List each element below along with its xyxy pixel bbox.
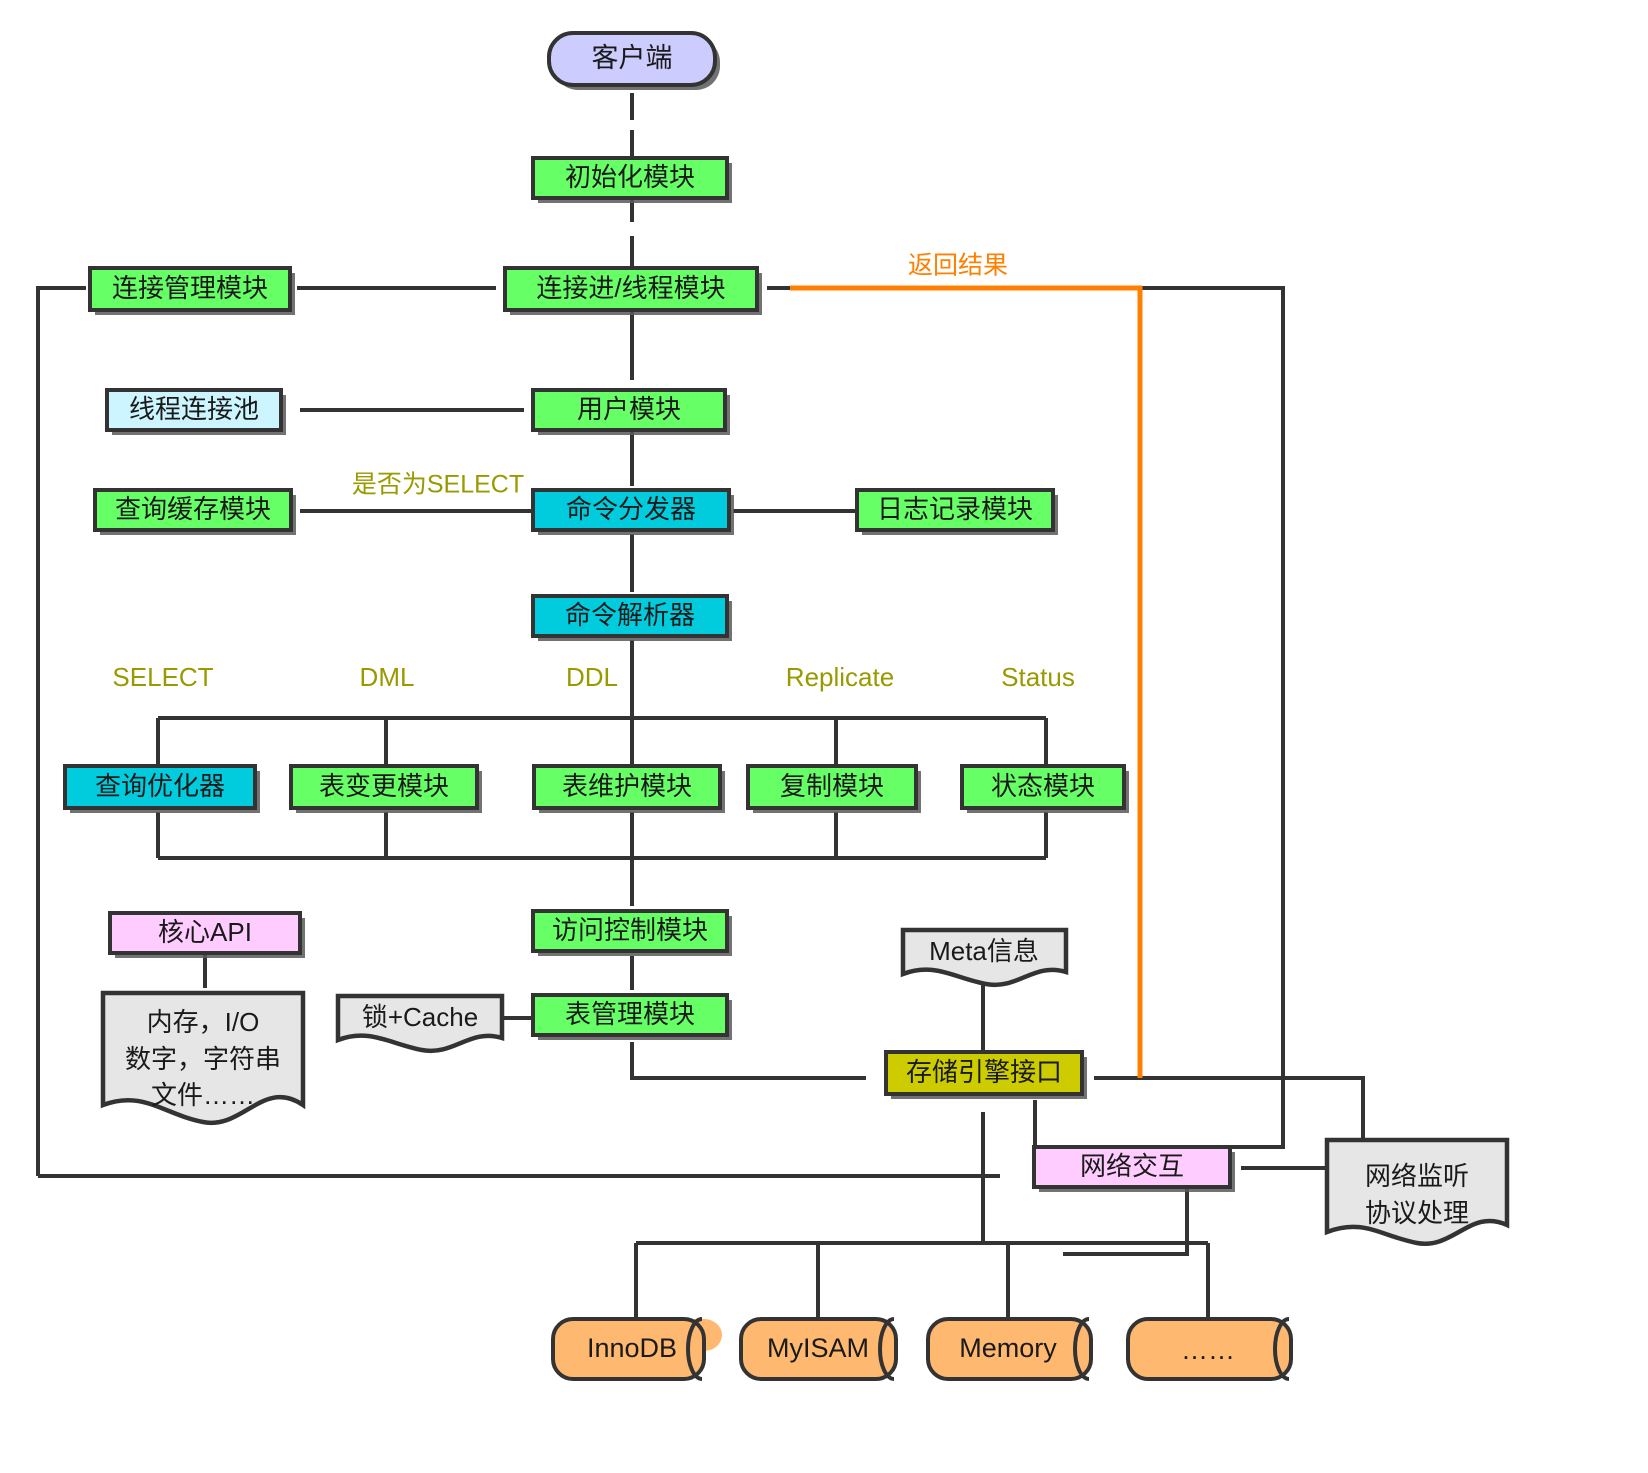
node-table-manager-module[interactable]: 表管理模块 <box>531 993 732 1040</box>
node-core-api[interactable]: 核心API <box>108 911 305 958</box>
diagram-canvas: 客户端 初始化模块 连接进/线程模块 连接管理模块 线程连接池 用户模块 查询缓… <box>0 0 1648 1473</box>
node-query-cache-module-label: 查询缓存模块 <box>115 494 271 524</box>
node-storage-engine-api-label: 存储引擎接口 <box>906 1057 1062 1087</box>
node-init-module[interactable]: 初始化模块 <box>531 156 732 203</box>
node-network-listener-document[interactable]: 网络监听 协议处理 <box>1324 1137 1510 1247</box>
node-core-api-label: 核心API <box>158 917 252 947</box>
node-table-change-module[interactable]: 表变更模块 <box>289 764 482 813</box>
node-network-listener-line1: 网络监听 <box>1365 1161 1469 1191</box>
node-client-label: 客户端 <box>592 43 673 73</box>
node-table-change-module-label: 表变更模块 <box>319 771 449 801</box>
node-network-io[interactable]: 网络交互 <box>1032 1145 1235 1192</box>
label-return-result: 返回结果 <box>908 252 1008 280</box>
label-branch-status: Status <box>1001 662 1075 692</box>
node-replicate-module[interactable]: 复制模块 <box>746 764 921 813</box>
node-table-manager-module-label: 表管理模块 <box>565 999 695 1029</box>
node-client[interactable]: 客户端 <box>547 31 720 90</box>
node-engine-myisam[interactable]: MyISAM <box>739 1317 898 1381</box>
node-meta-info-label: Meta信息 <box>929 936 1039 966</box>
node-connection-manager-module[interactable]: 连接管理模块 <box>88 266 295 315</box>
node-engine-innodb-label: InnoDB <box>587 1333 677 1363</box>
node-status-module[interactable]: 状态模块 <box>960 764 1129 813</box>
label-is-select: 是否为SELECT <box>352 471 524 499</box>
node-command-dispatcher-label: 命令分发器 <box>566 494 696 524</box>
node-lock-cache-document[interactable]: 锁+Cache <box>335 993 505 1054</box>
node-resources-document[interactable]: 内存，I/O 数字，字符串 文件…… <box>100 990 306 1126</box>
node-access-control-module[interactable]: 访问控制模块 <box>531 909 732 956</box>
node-query-optimizer-label: 查询优化器 <box>95 771 225 801</box>
node-engine-innodb[interactable]: InnoDB <box>551 1317 722 1381</box>
node-engine-other-label: …… <box>1181 1335 1235 1365</box>
node-thread-pool[interactable]: 线程连接池 <box>105 388 286 435</box>
edge-feedback-to-connmgr <box>36 286 86 1176</box>
node-user-module-label: 用户模块 <box>577 394 681 424</box>
label-branch-dml: DML <box>360 662 415 692</box>
node-engine-myisam-label: MyISAM <box>767 1333 869 1363</box>
node-resources-line2: 数字，字符串 <box>125 1044 281 1074</box>
node-replicate-module-label: 复制模块 <box>780 771 884 801</box>
node-log-module[interactable]: 日志记录模块 <box>855 488 1058 535</box>
label-branch-select: SELECT <box>112 662 213 692</box>
node-engine-memory[interactable]: Memory <box>926 1317 1093 1381</box>
node-lock-cache-label: 锁+Cache <box>362 1002 478 1032</box>
node-command-parser-label: 命令解析器 <box>565 600 695 630</box>
node-table-maintenance-module-label: 表维护模块 <box>562 771 692 801</box>
node-command-dispatcher[interactable]: 命令分发器 <box>531 488 734 535</box>
mysql-architecture-diagram: 客户端 初始化模块 连接进/线程模块 连接管理模块 线程连接池 用户模块 查询缓… <box>36 31 1510 1381</box>
node-meta-info-document[interactable]: Meta信息 <box>900 927 1069 988</box>
node-thread-pool-label: 线程连接池 <box>129 394 259 424</box>
node-engine-other[interactable]: …… <box>1126 1317 1293 1381</box>
label-branch-replicate: Replicate <box>786 662 894 692</box>
node-resources-line1: 内存，I/O <box>147 1007 260 1037</box>
node-resources-line3: 文件…… <box>151 1080 255 1110</box>
node-table-maintenance-module[interactable]: 表维护模块 <box>532 764 725 813</box>
node-log-module-label: 日志记录模块 <box>877 494 1033 524</box>
node-init-module-label: 初始化模块 <box>565 162 695 192</box>
node-network-io-label: 网络交互 <box>1080 1151 1184 1181</box>
node-query-optimizer[interactable]: 查询优化器 <box>63 764 260 813</box>
node-network-listener-line2: 协议处理 <box>1365 1198 1469 1228</box>
node-command-parser[interactable]: 命令解析器 <box>531 594 732 641</box>
edge-storage-right-bus <box>1094 1076 1365 1140</box>
node-engine-memory-label: Memory <box>959 1333 1057 1363</box>
node-status-module-label: 状态模块 <box>991 771 1095 801</box>
node-connection-thread-module-label: 连接进/线程模块 <box>536 273 725 303</box>
node-storage-engine-api[interactable]: 存储引擎接口 <box>884 1050 1087 1099</box>
node-connection-manager-module-label: 连接管理模块 <box>112 273 268 303</box>
node-access-control-module-label: 访问控制模块 <box>552 915 708 945</box>
node-query-cache-module[interactable]: 查询缓存模块 <box>93 488 296 535</box>
label-branch-ddl: DDL <box>566 662 618 692</box>
edge-tablemgr-storageapi <box>630 1042 866 1080</box>
node-user-module[interactable]: 用户模块 <box>531 388 730 435</box>
node-connection-thread-module[interactable]: 连接进/线程模块 <box>503 266 762 315</box>
